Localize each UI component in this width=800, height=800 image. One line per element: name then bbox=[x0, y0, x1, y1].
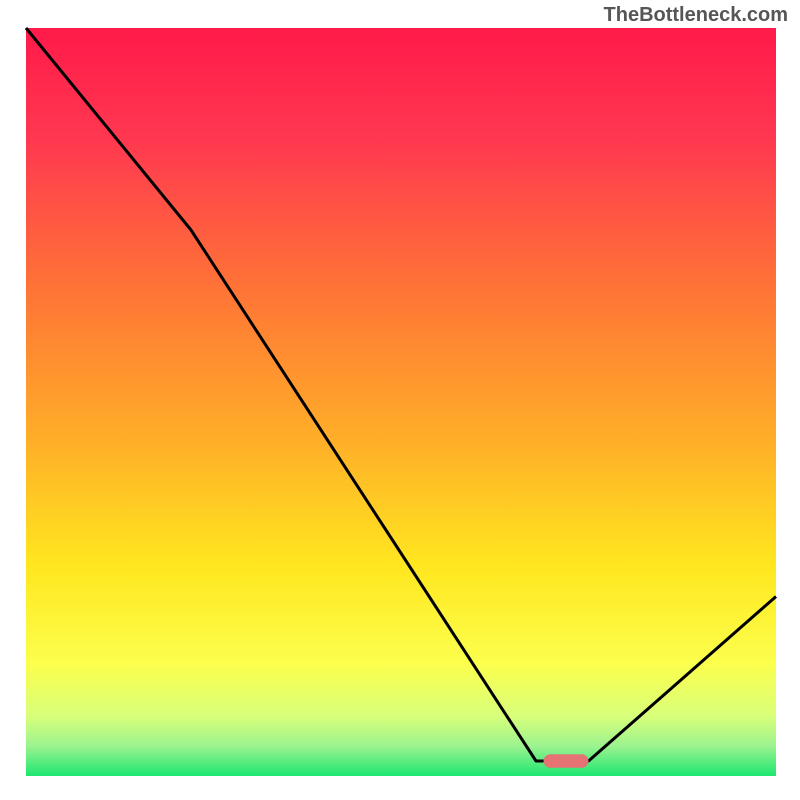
plot-background bbox=[26, 28, 776, 776]
attribution-text: TheBottleneck.com bbox=[604, 4, 788, 27]
bottleneck-chart bbox=[0, 0, 800, 800]
chart-container: TheBottleneck.com bbox=[0, 0, 800, 800]
optimal-point-marker bbox=[544, 754, 589, 768]
